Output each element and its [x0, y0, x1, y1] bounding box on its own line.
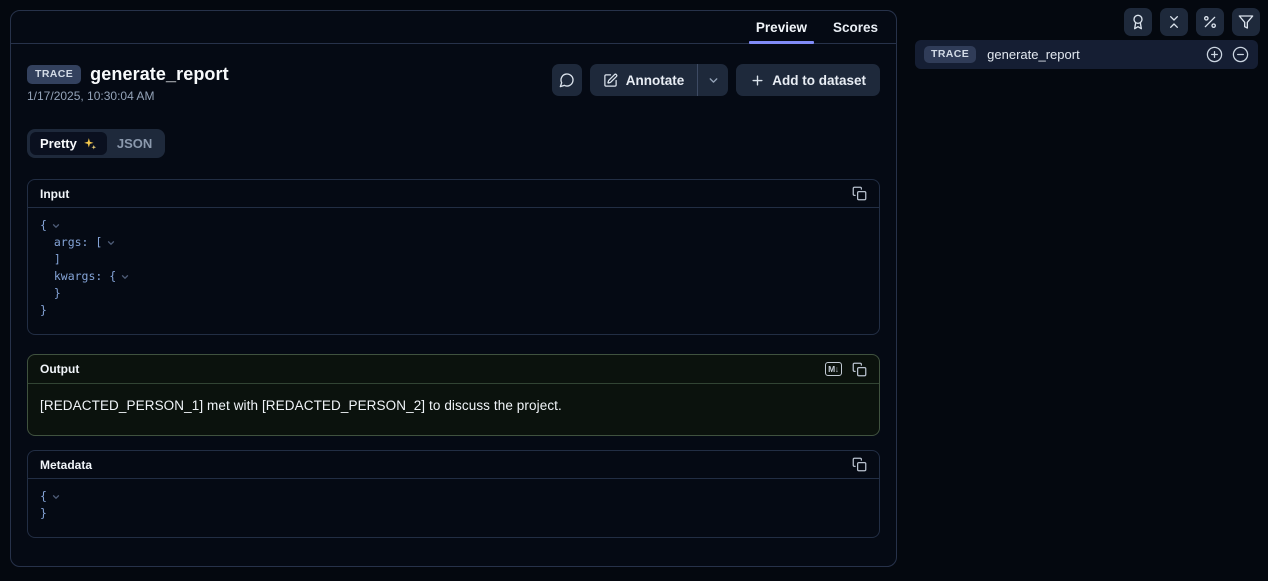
json-code-line: } — [40, 505, 867, 522]
percent-icon — [1202, 14, 1218, 30]
collapse-all-button[interactable] — [1160, 8, 1188, 36]
award-icon — [1130, 14, 1146, 30]
output-section: Output M↓ [REDACTED_PERSON_1] met with [… — [27, 354, 880, 436]
award-button[interactable] — [1124, 8, 1152, 36]
annotate-split-button: Annotate — [590, 64, 729, 96]
chevron-down-icon[interactable] — [51, 492, 61, 502]
trace-heading-block: TRACE generate_report 1/17/2025, 10:30:0… — [27, 64, 229, 103]
toggle-json[interactable]: JSON — [107, 132, 162, 155]
plus-icon — [750, 73, 765, 88]
filter-button[interactable] — [1232, 8, 1260, 36]
expand-all-button[interactable] — [1206, 46, 1223, 63]
percent-button[interactable] — [1196, 8, 1224, 36]
trace-type-badge: TRACE — [27, 65, 81, 84]
json-code-line: { — [40, 488, 867, 505]
tree-item-trace[interactable]: TRACE generate_report — [915, 40, 1258, 69]
copy-input-button[interactable] — [852, 186, 867, 201]
message-bubble-icon — [559, 72, 575, 88]
output-text: [REDACTED_PERSON_1] met with [REDACTED_P… — [40, 398, 867, 413]
trace-timestamp: 1/17/2025, 10:30:04 AM — [27, 89, 229, 103]
metadata-json-viewer: {} — [28, 479, 879, 537]
json-code-line: kwargs: { — [40, 268, 867, 285]
copy-icon — [852, 186, 867, 201]
collapse-tree-button[interactable] — [1232, 46, 1249, 63]
input-section: Input { args: [ ] kwargs: { }} — [27, 179, 880, 335]
preview-scores-tabbar: Preview Scores — [11, 11, 896, 44]
plus-circle-icon — [1206, 46, 1223, 63]
trace-detail-panel: Preview Scores TRACE generate_report 1/1… — [10, 10, 897, 567]
trace-type-badge: TRACE — [924, 46, 976, 64]
tab-scores[interactable]: Scores — [833, 11, 878, 43]
json-code-line: ] — [40, 251, 867, 268]
chevron-down-icon[interactable] — [106, 238, 116, 248]
input-json-viewer: { args: [ ] kwargs: { }} — [28, 208, 879, 334]
tab-preview[interactable]: Preview — [756, 11, 807, 43]
output-section-title: Output — [40, 362, 79, 376]
annotate-button-label: Annotate — [626, 73, 685, 88]
collapse-vertical-icon — [1166, 14, 1182, 30]
add-to-dataset-button[interactable]: Add to dataset — [736, 64, 880, 96]
metadata-section-title: Metadata — [40, 458, 92, 472]
chevron-down-icon[interactable] — [120, 272, 130, 282]
edit-pencil-icon — [603, 73, 618, 88]
chevron-down-icon[interactable] — [51, 221, 61, 231]
json-code-line: } — [40, 302, 867, 319]
json-code-line: { — [40, 217, 867, 234]
input-section-title: Input — [40, 187, 69, 201]
markdown-toggle-icon[interactable]: M↓ — [825, 362, 842, 376]
metadata-section: Metadata {} — [27, 450, 880, 538]
copy-icon — [852, 362, 867, 377]
tree-item-title: generate_report — [987, 47, 1195, 62]
toggle-pretty[interactable]: Pretty — [30, 132, 107, 155]
copy-icon — [852, 457, 867, 472]
pretty-label: Pretty — [40, 136, 77, 151]
json-label: JSON — [117, 136, 152, 151]
comment-button[interactable] — [552, 64, 582, 96]
json-code-line: args: [ — [40, 234, 867, 251]
copy-metadata-button[interactable] — [852, 457, 867, 472]
sparkles-icon — [83, 137, 97, 151]
annotate-button[interactable]: Annotate — [590, 64, 698, 96]
chevron-down-icon — [707, 74, 720, 87]
json-code-line: } — [40, 285, 867, 302]
copy-output-button[interactable] — [852, 362, 867, 377]
pretty-json-toggle: Pretty JSON — [27, 129, 165, 158]
add-to-dataset-label: Add to dataset — [772, 73, 866, 88]
minus-circle-icon — [1232, 46, 1249, 63]
annotate-dropdown-button[interactable] — [698, 64, 728, 96]
trace-action-buttons: Annotate Add to dataset — [552, 64, 880, 96]
page-title: generate_report — [90, 64, 229, 85]
right-toolbar — [1124, 8, 1260, 36]
filter-icon — [1238, 14, 1254, 30]
